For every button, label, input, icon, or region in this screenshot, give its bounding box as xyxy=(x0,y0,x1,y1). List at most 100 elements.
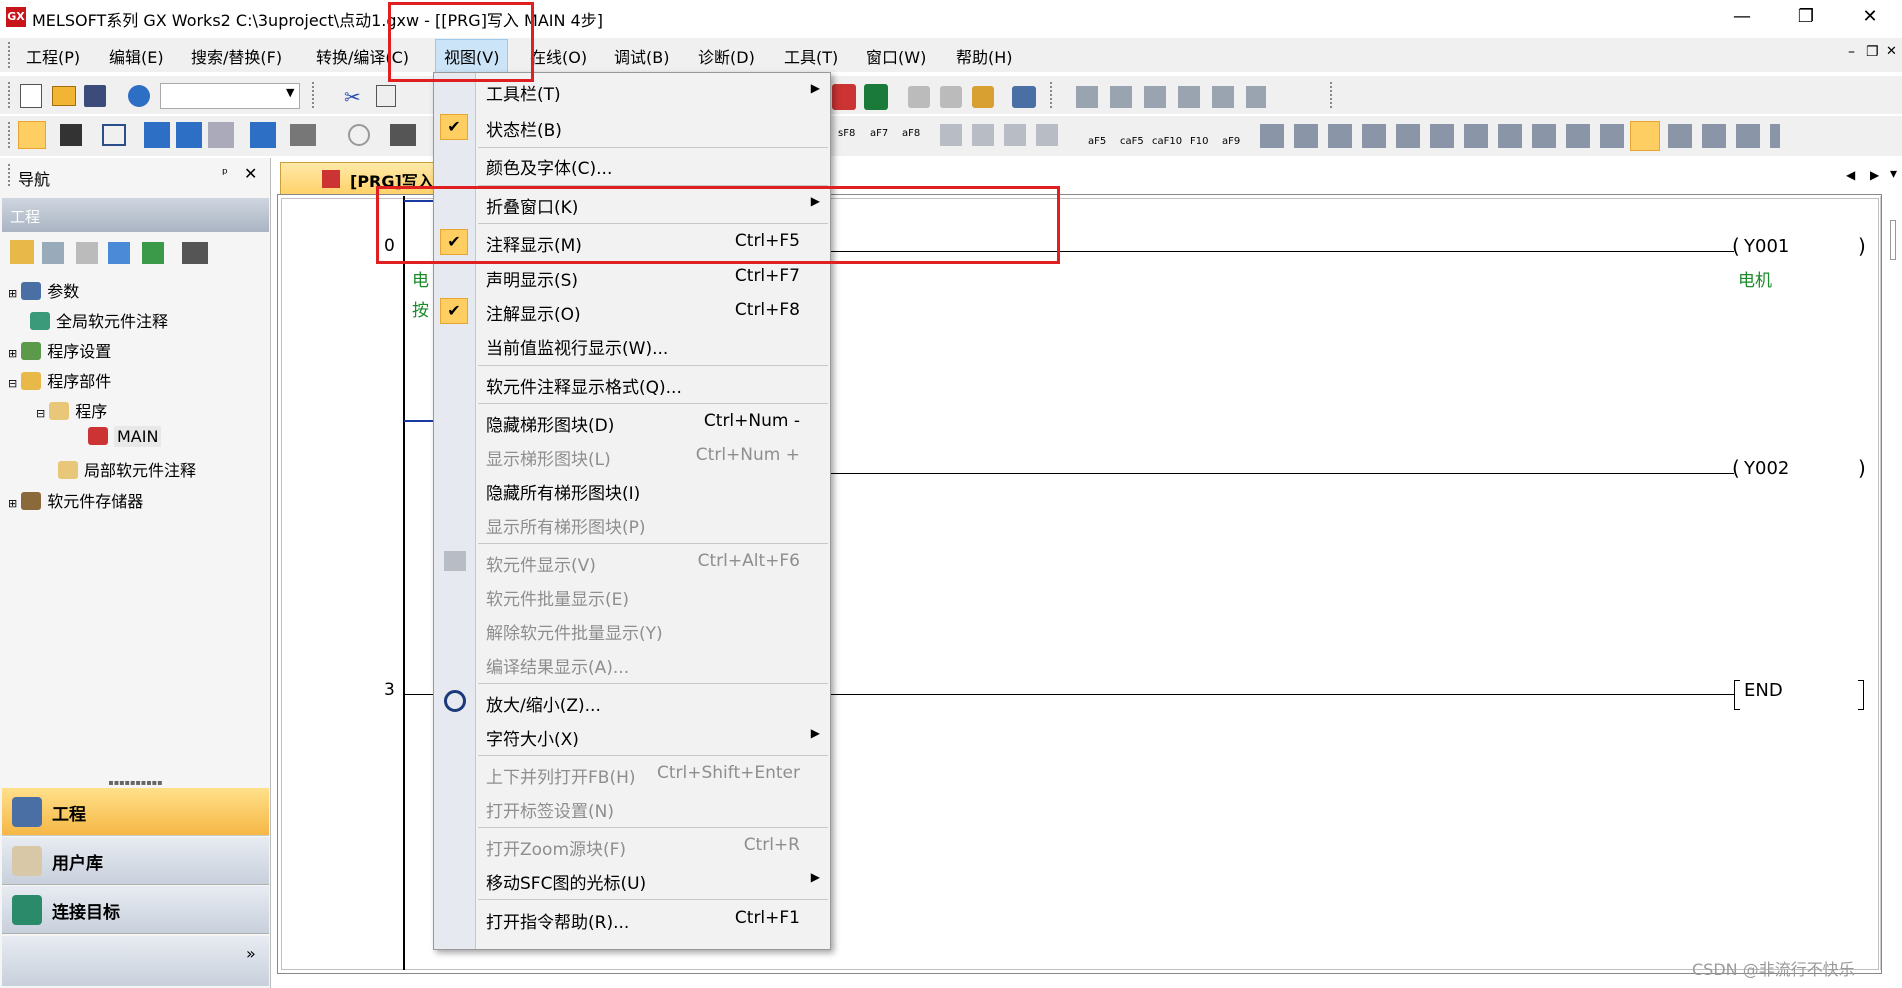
menu-debug[interactable]: 调试(B) xyxy=(614,44,669,68)
menu-item-note-display[interactable]: ✔ 注解显示(O) Ctrl+F8 xyxy=(434,295,830,327)
ladder-disabled-buttons[interactable] xyxy=(940,124,1060,146)
dev-icon-3[interactable] xyxy=(208,122,234,148)
checkmark-icon: ✔ xyxy=(440,114,468,140)
copy-icon[interactable] xyxy=(376,85,396,107)
tab-list-icon[interactable]: ▾ xyxy=(1890,166,1897,182)
ladder-aF5-button[interactable]: aF5 xyxy=(1088,136,1106,147)
cut-icon[interactable]: ✂ xyxy=(344,85,368,109)
menu-find-replace[interactable]: 搜索/替换(F) xyxy=(191,44,282,68)
mdi-restore-button[interactable]: ❐ xyxy=(1866,44,1879,60)
menu-window[interactable]: 窗口(W) xyxy=(866,44,926,68)
menu-item-hide-ladder-block[interactable]: 隐藏梯形图块(D) Ctrl+Num - xyxy=(434,406,830,438)
save-icon[interactable] xyxy=(84,85,106,107)
copy-data-icon[interactable] xyxy=(42,242,64,264)
sort-icon[interactable] xyxy=(182,242,208,264)
menu-item-zoom[interactable]: 放大/缩小(Z)... xyxy=(434,686,830,718)
menu-grip[interactable] xyxy=(8,42,12,68)
monitor-icon[interactable] xyxy=(1012,86,1036,108)
ladder-aF7-button[interactable]: aF7 xyxy=(870,128,888,139)
tree-item-global-comment[interactable]: 全局软元件注释 xyxy=(30,308,168,332)
project-tree-icon[interactable] xyxy=(18,121,46,149)
restore-button[interactable]: ❐ xyxy=(1774,0,1838,34)
ladder-sF8-button[interactable]: sF8 xyxy=(838,128,855,139)
menu-item-label: 字符大小(X) xyxy=(486,730,579,750)
nav-tab-project[interactable]: 工程 xyxy=(2,788,269,836)
menu-item-instruction-help[interactable]: 打开指令帮助(R)... Ctrl+F1 xyxy=(434,903,830,935)
tree-item-local-comment[interactable]: 局部软元件注释 xyxy=(58,457,196,481)
toolbar-grip[interactable] xyxy=(8,82,12,108)
ladder-edit-icons[interactable] xyxy=(1076,86,1266,108)
toolbar-combo[interactable] xyxy=(160,83,300,109)
tree-item-program-settings[interactable]: ⊞ 程序设置 xyxy=(8,338,111,362)
menu-help[interactable]: 帮助(H) xyxy=(956,44,1013,68)
misc-tool-icons[interactable] xyxy=(1260,124,1780,148)
splitter-handle[interactable]: ▪▪▪▪▪▪▪▪▪▪ xyxy=(2,778,269,788)
nav-section-header: 工程 xyxy=(2,198,269,232)
menu-item-statusbar[interactable]: ✔ 状态栏(B) xyxy=(434,111,830,143)
menu-item-shortcut: Ctrl+R xyxy=(743,835,800,855)
dev-icon-1[interactable] xyxy=(144,122,170,148)
menu-item-move-sfc-cursor[interactable]: 移动SFC图的光标(U) ▶ xyxy=(434,864,830,896)
menu-separator xyxy=(478,543,828,544)
menu-item-statement-display[interactable]: 声明显示(S) Ctrl+F7 xyxy=(434,261,830,293)
menu-item-monitor-row[interactable]: 当前值监视行显示(W)... xyxy=(434,329,830,361)
device-write-icon[interactable] xyxy=(864,84,888,110)
tree-item-program-parts[interactable]: ⊟ 程序部件 xyxy=(8,368,111,392)
paste-data-icon[interactable] xyxy=(76,242,98,264)
toolbar-grip-3[interactable] xyxy=(1050,82,1054,108)
ladder-aF9-button[interactable]: aF9 xyxy=(1222,136,1240,147)
window-icon[interactable] xyxy=(102,124,126,146)
menu-online[interactable]: 在线(O) xyxy=(530,44,587,68)
menu-item-hide-all-blocks[interactable]: 隐藏所有梯形图块(I) xyxy=(434,474,830,506)
property-data-icon[interactable] xyxy=(108,242,130,264)
binoculars-icon[interactable] xyxy=(390,124,416,146)
vertical-scrollbar[interactable] xyxy=(1890,220,1896,260)
ladder-caF10-button[interactable]: caF10 xyxy=(1152,136,1182,147)
dev-icon-4[interactable] xyxy=(250,122,276,148)
open-folder-icon[interactable] xyxy=(52,86,76,106)
tree-item-device-memory[interactable]: ⊞ 软元件存储器 xyxy=(8,488,143,512)
mdi-minimize-button[interactable]: – xyxy=(1848,44,1855,60)
menu-item-color-font[interactable]: 颜色及字体(C)... xyxy=(434,149,830,181)
menu-edit[interactable]: 编辑(E) xyxy=(109,44,164,68)
toolbar-grip-2[interactable] xyxy=(312,82,316,108)
nav-tab-user-library[interactable]: 用户库 xyxy=(2,837,269,885)
toolbar-grip-5[interactable] xyxy=(8,122,12,148)
dev-icon-2[interactable] xyxy=(176,122,202,148)
tab-scroll-right-icon[interactable]: ▶ xyxy=(1870,168,1879,182)
nav-grip[interactable] xyxy=(8,164,12,186)
expand-more-icon[interactable]: » xyxy=(246,944,256,963)
refresh-icon[interactable] xyxy=(142,242,164,264)
question-icon[interactable] xyxy=(348,124,370,146)
device-online-icon[interactable] xyxy=(832,84,856,110)
menu-project[interactable]: 工程(P) xyxy=(26,44,80,68)
search-device-icon[interactable] xyxy=(290,124,316,146)
toolbar-icon-b[interactable] xyxy=(940,86,962,108)
help-icon[interactable] xyxy=(128,85,150,107)
menu-item-comment-format[interactable]: 软元件注释显示格式(Q)... xyxy=(434,368,830,400)
nav-close-icon[interactable]: ✕ xyxy=(244,164,257,183)
active-tool-icon[interactable] xyxy=(1630,121,1660,151)
ladder-F10-button[interactable]: F10 xyxy=(1190,136,1208,147)
mdi-close-button[interactable]: ✕ xyxy=(1886,44,1897,59)
new-data-icon[interactable] xyxy=(10,240,34,264)
pin-icon[interactable]: ᵖ xyxy=(222,166,228,182)
toolbar-icon-a[interactable] xyxy=(908,86,930,108)
ladder-aF8-button[interactable]: aF8 xyxy=(902,128,920,139)
menu-diagnostics[interactable]: 诊断(D) xyxy=(698,44,755,68)
combo-arrow-icon[interactable]: ▼ xyxy=(286,86,294,99)
tab-scroll-left-icon[interactable]: ◀ xyxy=(1846,168,1855,182)
menu-item-font-size[interactable]: 字符大小(X) ▶ xyxy=(434,720,830,752)
property-icon[interactable] xyxy=(60,124,82,146)
toolbar-grip-4[interactable] xyxy=(1330,82,1334,108)
nav-tab-connection[interactable]: 连接目标 xyxy=(2,886,269,934)
tree-item-main[interactable]: MAIN xyxy=(88,426,162,447)
toolbar-icon-c[interactable] xyxy=(972,86,994,108)
minimize-button[interactable]: — xyxy=(1710,0,1774,34)
tree-item-params[interactable]: ⊞ 参数 xyxy=(8,278,79,302)
new-file-icon[interactable] xyxy=(20,84,42,108)
close-button[interactable]: ✕ xyxy=(1838,0,1902,34)
menu-tools[interactable]: 工具(T) xyxy=(784,44,838,68)
tree-item-program[interactable]: ⊟ 程序 xyxy=(36,398,107,422)
ladder-caF5-button[interactable]: caF5 xyxy=(1120,136,1144,147)
